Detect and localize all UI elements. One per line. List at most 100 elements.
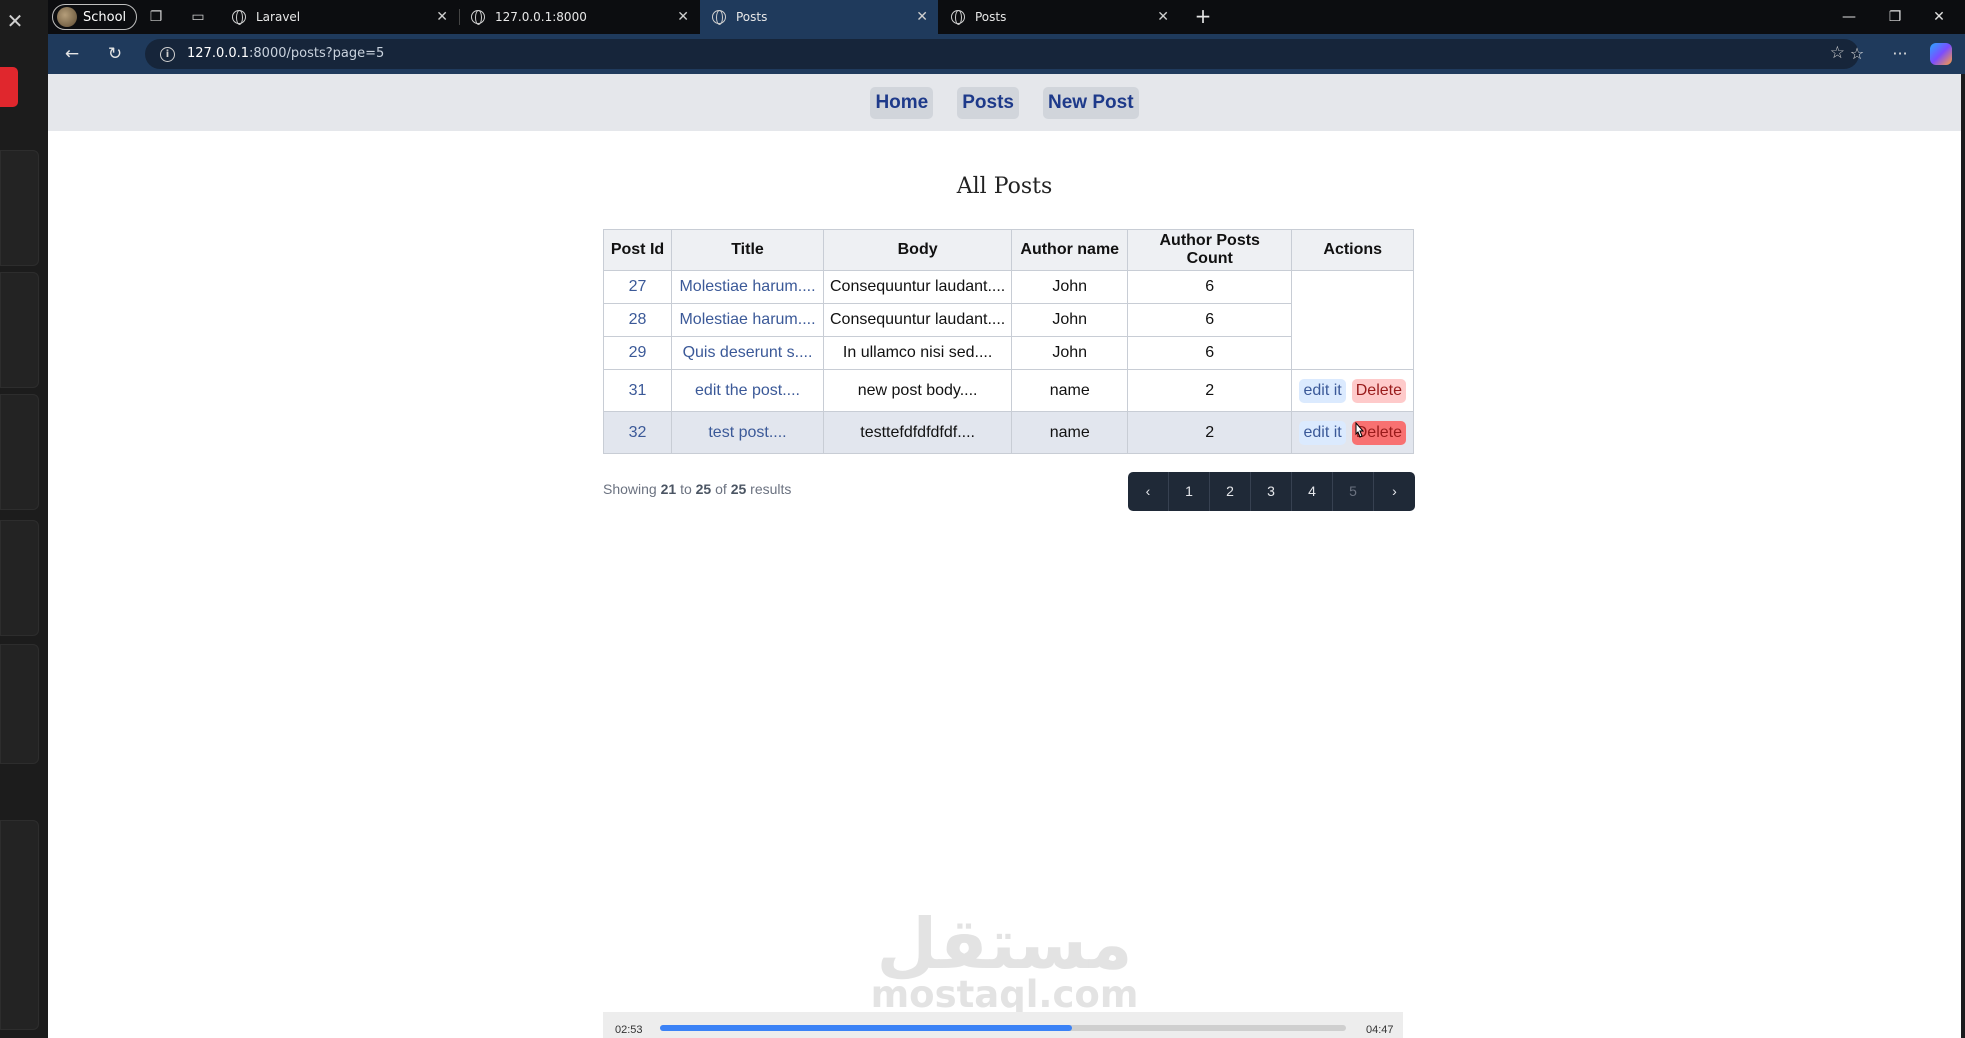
globe-icon	[471, 10, 485, 25]
posts-table: Post Id Title Body Author name Author Po…	[603, 229, 1415, 454]
pagination: ‹ 1 2 3 4 5 ›	[1128, 472, 1415, 511]
address-bar: ← ↻ i 127.0.0.1:8000/posts?page=5 ☆ ☆ ··…	[48, 34, 1965, 74]
nav-new-post-link[interactable]: New Post	[1043, 86, 1139, 119]
back-icon[interactable]: ←	[61, 43, 83, 65]
page-title: All Posts	[956, 174, 1053, 199]
avatar	[57, 7, 77, 27]
watermark-logo-arabic: مستقل	[876, 903, 1133, 985]
page-link-1[interactable]: 1	[1169, 472, 1210, 511]
post-id-cell: 31	[603, 369, 672, 412]
video-total: 04:47	[1366, 1024, 1394, 1036]
author-count-cell: 6	[1127, 303, 1293, 337]
post-body-cell: Consequuntur laudant....	[822, 303, 1013, 337]
post-title-link[interactable]: edit the post....	[671, 369, 824, 412]
new-tab-icon[interactable]: +	[1191, 5, 1215, 29]
table-row: 27 Molestiae harum.... Consequuntur laud…	[603, 270, 1415, 304]
tab-posts[interactable]: Posts ✕	[939, 0, 1179, 34]
page-link-3[interactable]: 3	[1251, 472, 1292, 511]
globe-icon	[712, 10, 726, 25]
author-count-cell: 6	[1127, 336, 1293, 370]
actions-cell	[1291, 336, 1415, 370]
url-field[interactable]: i 127.0.0.1:8000/posts?page=5 ☆	[145, 39, 1859, 69]
watermark-logo-latin: mostaql.com	[870, 973, 1139, 1016]
tab-actions-icon[interactable]: ▭	[188, 7, 208, 27]
close-window-icon[interactable]: ✕	[1928, 6, 1950, 28]
url-host: 127.0.0.1	[187, 46, 250, 61]
col-body: Body	[822, 229, 1013, 271]
close-tab-icon[interactable]: ✕	[677, 9, 689, 25]
post-title-link[interactable]: Molestiae harum....	[671, 303, 824, 337]
author-name-cell: John	[1011, 270, 1129, 304]
side-panel-card	[0, 644, 39, 764]
table-row-hovered: 32 test post.... testtefdfdfdfdf.... nam…	[603, 411, 1415, 454]
tab-laravel[interactable]: Laravel ✕	[220, 0, 458, 34]
globe-icon	[232, 10, 246, 25]
post-body-cell: Consequuntur laudant....	[822, 270, 1013, 304]
nav-home-link[interactable]: Home	[870, 86, 934, 119]
close-icon[interactable]: ✕	[4, 8, 26, 34]
post-body-cell: testtefdfdfdfdf....	[822, 411, 1013, 454]
close-tab-icon[interactable]: ✕	[1157, 9, 1169, 25]
edit-post-button[interactable]: edit it	[1299, 420, 1346, 445]
col-author-posts-count: Author Posts Count	[1127, 229, 1293, 271]
favorites-icon[interactable]: ☆	[1845, 42, 1869, 66]
tab-posts-active[interactable]: Posts ✕	[700, 0, 938, 34]
author-count-cell: 2	[1127, 369, 1293, 412]
next-page-icon[interactable]: ›	[1374, 472, 1415, 511]
tab-title: Laravel	[256, 10, 301, 24]
copilot-icon[interactable]	[1930, 43, 1952, 65]
summary-prefix: Showing	[603, 481, 657, 497]
mouse-pointer-icon	[1355, 422, 1365, 438]
nav-posts-link[interactable]: Posts	[957, 86, 1019, 119]
post-id-cell: 28	[603, 303, 672, 337]
restore-icon[interactable]: ❐	[1884, 6, 1906, 28]
summary-of-word: of	[715, 481, 727, 497]
author-name-cell: John	[1011, 336, 1129, 370]
close-tab-icon[interactable]: ✕	[436, 9, 448, 25]
video-progress-track[interactable]	[660, 1025, 1346, 1031]
summary-to-word: to	[680, 481, 692, 497]
page-content: Home Posts New Post All Posts Post Id Ti…	[48, 74, 1961, 1038]
more-options-icon[interactable]: ···	[1888, 42, 1912, 66]
profile-button[interactable]: School	[52, 4, 138, 30]
table-row: 31 edit the post.... new post body.... n…	[603, 369, 1415, 412]
post-body-cell: new post body....	[822, 369, 1013, 412]
summary-total: 25	[730, 481, 747, 497]
author-name-cell: John	[1011, 303, 1129, 337]
url-path: :8000/posts?page=5	[249, 46, 385, 61]
col-author-name: Author name	[1011, 229, 1129, 271]
page-link-2[interactable]: 2	[1210, 472, 1251, 511]
background-app-strip: ✕	[0, 0, 48, 1038]
post-title-link[interactable]: Molestiae harum....	[671, 270, 824, 304]
post-body-cell: In ullamco nisi sed....	[822, 336, 1013, 370]
post-title-link[interactable]: test post....	[671, 411, 824, 454]
video-elapsed: 02:53	[615, 1024, 643, 1036]
info-icon[interactable]: i	[160, 47, 175, 62]
summary-to: 25	[695, 481, 712, 497]
page-link-4[interactable]: 4	[1292, 472, 1333, 511]
tab-title: Posts	[736, 10, 768, 24]
author-count-cell: 6	[1127, 270, 1293, 304]
table-header-row: Post Id Title Body Author name Author Po…	[603, 229, 1415, 271]
reload-icon[interactable]: ↻	[104, 43, 126, 65]
tab-localhost[interactable]: 127.0.0.1:8000 ✕	[459, 0, 699, 34]
delete-post-button[interactable]: Delete	[1351, 378, 1406, 403]
close-tab-icon[interactable]: ✕	[916, 9, 928, 25]
prev-page-icon[interactable]: ‹	[1128, 472, 1169, 511]
actions-cell	[1291, 270, 1415, 304]
tab-title: 127.0.0.1:8000	[495, 10, 587, 24]
page-current-5: 5	[1333, 472, 1374, 511]
red-indicator	[0, 67, 18, 107]
site-nav: Home Posts New Post	[48, 74, 1961, 131]
favorite-star-icon[interactable]: ☆	[1830, 43, 1845, 63]
post-title-link[interactable]: Quis deserunt s....	[671, 336, 824, 370]
side-panel-card	[0, 150, 39, 266]
col-title: Title	[671, 229, 824, 271]
minimize-icon[interactable]: —	[1838, 6, 1860, 28]
actions-cell: edit it Delete	[1291, 369, 1415, 412]
profile-name: School	[83, 9, 127, 25]
post-id-cell: 29	[603, 336, 672, 370]
col-post-id: Post Id	[603, 229, 672, 271]
workspaces-icon[interactable]: ❐	[146, 7, 166, 27]
edit-post-button[interactable]: edit it	[1299, 378, 1346, 403]
